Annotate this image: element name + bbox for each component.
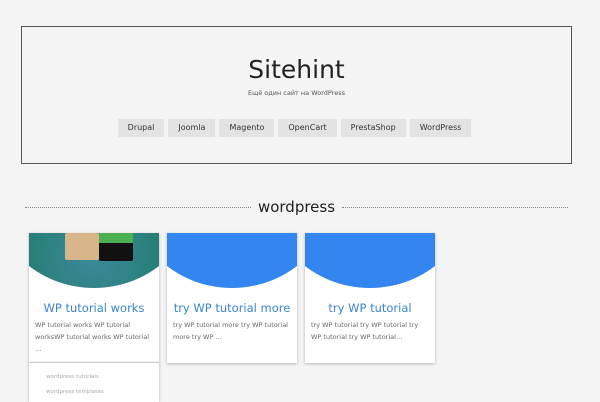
thumbnail-screen bbox=[65, 233, 99, 260]
post-thumbnail[interactable] bbox=[305, 233, 435, 288]
post-title[interactable]: WP tutorial works bbox=[29, 301, 159, 315]
nav-drupal[interactable]: Drupal bbox=[117, 119, 165, 137]
section-title: wordpress bbox=[257, 198, 336, 216]
post-excerpt: WP tutorial works WP tutorial worksWP tu… bbox=[35, 321, 150, 353]
post-title[interactable]: try WP tutorial more bbox=[167, 301, 297, 315]
post-title[interactable]: try WP tutorial bbox=[305, 301, 435, 315]
post-excerpt: try WP tutorial try WP tutorial try WP t… bbox=[311, 321, 419, 341]
post-thumbnail[interactable] bbox=[29, 233, 159, 288]
post-card[interactable]: WP tutorial works WP tutorial works WP t… bbox=[29, 233, 159, 363]
site-title[interactable]: Sitehint bbox=[22, 55, 571, 84]
nav-prestashop[interactable]: PrestaShop bbox=[340, 119, 406, 137]
post-card[interactable]: try WP tutorial try WP tutorial try WP t… bbox=[305, 233, 435, 363]
thumbnail-screen bbox=[99, 233, 133, 261]
post-card[interactable]: try WP tutorial more try WP tutorial mor… bbox=[167, 233, 297, 363]
nav-joomla[interactable]: Joomla bbox=[168, 119, 216, 137]
nav-opencart[interactable]: OpenCart bbox=[278, 119, 337, 137]
section-heading: wordpress bbox=[25, 198, 568, 216]
tag-link[interactable]: wordpress tutorials bbox=[46, 370, 159, 385]
main-nav: Drupal Joomla Magento OpenCart PrestaSho… bbox=[18, 119, 571, 137]
tag-link[interactable]: wordpress templates bbox=[46, 385, 159, 400]
tag-list: wordpress tutorials wordpress templates bbox=[29, 362, 159, 402]
site-header: Sitehint Ещё один сайт на WordPress Drup… bbox=[21, 26, 572, 164]
nav-magento[interactable]: Magento bbox=[219, 119, 275, 137]
post-thumbnail[interactable] bbox=[167, 233, 297, 288]
nav-wordpress[interactable]: WordPress bbox=[409, 119, 472, 137]
site-tagline: Ещё один сайт на WordPress bbox=[247, 89, 346, 97]
post-excerpt: try WP tutorial more try WP tutorial mor… bbox=[173, 321, 288, 341]
